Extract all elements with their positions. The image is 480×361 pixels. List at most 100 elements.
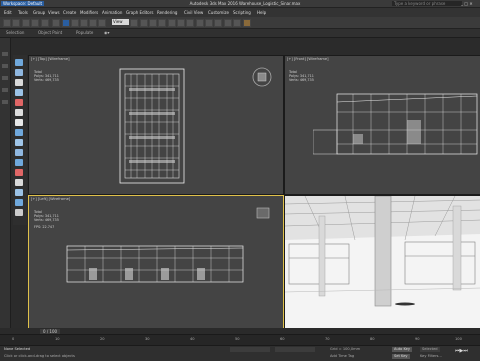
pivot-icon[interactable]	[130, 19, 138, 27]
render-teapot-icon[interactable]	[243, 19, 251, 27]
viewport-label-left[interactable]: [+] [Left] [Wireframe]	[31, 197, 70, 201]
move-icon[interactable]	[98, 19, 106, 27]
viewport-stats-left: Total Polys: 341,711 Verts: 469,735 FPS:…	[34, 210, 59, 229]
viewport-label-top[interactable]: [+] [Top] [Wireframe]	[31, 57, 70, 61]
selection-filter-icon[interactable]	[52, 19, 60, 27]
unlink-icon[interactable]	[31, 19, 39, 27]
plane-icon[interactable]	[15, 209, 23, 216]
align-icon[interactable]	[177, 19, 185, 27]
menu-tools[interactable]: Tools	[18, 10, 28, 15]
modify-panel-icon[interactable]	[15, 69, 23, 76]
geosphere-icon[interactable]	[15, 179, 23, 186]
tube-icon[interactable]	[15, 189, 23, 196]
stats-verts: Verts: 469,735	[34, 218, 59, 222]
warehouse-top-wireframe	[119, 68, 185, 184]
menu-rendering[interactable]: Rendering	[157, 10, 177, 15]
y-coordinate-field[interactable]	[275, 347, 315, 352]
rectangular-selection-icon[interactable]	[80, 19, 88, 27]
selection-status: None Selected	[4, 347, 31, 351]
torus-icon[interactable]	[15, 149, 23, 156]
rendered-frame-icon[interactable]	[233, 19, 241, 27]
menu-edit[interactable]: Edit	[4, 10, 12, 15]
menu-customize[interactable]: Customize	[208, 10, 229, 15]
viewcube-icon[interactable]	[251, 66, 273, 88]
cone-icon[interactable]	[15, 169, 23, 176]
redo-icon[interactable]	[12, 19, 20, 27]
workspace-dropdown[interactable]: Workspace: Default	[1, 1, 45, 6]
menu-help[interactable]: Help	[257, 10, 266, 15]
select-object-icon[interactable]	[62, 19, 70, 27]
layer-manager-icon[interactable]	[186, 19, 194, 27]
viewport-front[interactable]: [+] [Front] [Wireframe] Total Polys: 341…	[284, 55, 480, 195]
viewport-top[interactable]: [+] [Top] [Wireframe] Total Polys: 341,7…	[28, 55, 284, 195]
layer-explorer-icon[interactable]	[2, 76, 8, 80]
display-filter-icon[interactable]	[2, 64, 8, 68]
undo-icon[interactable]	[3, 19, 11, 27]
ribbon-tab-selection[interactable]: Selection	[6, 30, 24, 36]
tick-label: 50	[235, 337, 240, 341]
search-input[interactable]: Type a keyword or phrase	[392, 1, 462, 6]
menu-create[interactable]: Create	[63, 10, 76, 15]
schematic-view-icon[interactable]	[205, 19, 213, 27]
menu-civil-view[interactable]: Civil View	[184, 10, 203, 15]
material-editor-icon[interactable]	[214, 19, 222, 27]
ribbon-tab-populate[interactable]: Populate	[76, 30, 93, 36]
mirror-icon[interactable]	[168, 19, 176, 27]
percent-snap-icon[interactable]	[158, 19, 166, 27]
viewport-stats-front: Total Polys: 341,711 Verts: 469,735	[289, 70, 314, 82]
cylinder-icon[interactable]	[15, 139, 23, 146]
set-key-button[interactable]: Set Key	[392, 354, 410, 359]
snap-icon[interactable]	[140, 19, 148, 27]
menu-group[interactable]: Group	[33, 10, 45, 15]
ribbon-tab-object-paint[interactable]: Object Paint	[38, 30, 62, 36]
tick-label: 60	[280, 337, 285, 341]
track-bar[interactable]: 0 10 20 30 40 50 60 70 80 90 100	[0, 334, 480, 345]
sphere-icon[interactable]	[15, 129, 23, 136]
window-crossing-icon[interactable]	[89, 19, 97, 27]
viewport-label-front[interactable]: [+] [Front] [Wireframe]	[287, 57, 329, 61]
warehouse-perspective-render	[285, 196, 480, 328]
warehouse-left-wireframe	[66, 245, 244, 283]
teapot-icon[interactable]	[15, 159, 23, 166]
motion-panel-icon[interactable]	[15, 89, 23, 96]
stats-verts: Verts: 469,735	[34, 78, 59, 82]
create-panel-icon[interactable]	[15, 59, 23, 66]
playback-controls-icon[interactable]: ⏮▶⏭	[455, 349, 468, 354]
tick-label: 100	[455, 337, 462, 341]
pyramid-icon[interactable]	[15, 199, 23, 206]
display-panel-icon[interactable]	[15, 99, 23, 106]
menu-views[interactable]: Views	[48, 10, 60, 15]
left-toolbar	[0, 38, 11, 328]
angle-snap-icon[interactable]	[149, 19, 157, 27]
sort-icon[interactable]	[2, 100, 8, 104]
viewport-left[interactable]: [+] [Left] [Wireframe] Total Polys: 341,…	[28, 195, 284, 329]
ribbon-options-icon[interactable]: ◉▾	[104, 30, 110, 36]
box-icon[interactable]	[15, 119, 23, 126]
utilities-panel-icon[interactable]	[15, 109, 23, 116]
window-controls[interactable]: _ □ ✕	[461, 1, 473, 6]
hierarchy-filter-icon[interactable]	[2, 88, 8, 92]
tick-label: 90	[415, 337, 420, 341]
hierarchy-panel-icon[interactable]	[15, 79, 23, 86]
auto-key-button[interactable]: Auto Key	[392, 347, 413, 352]
link-icon[interactable]	[22, 19, 30, 27]
add-time-tag-button[interactable]: Add Time Tag	[330, 354, 354, 359]
scene-explorer-icon[interactable]	[2, 52, 8, 56]
tick-label: 40	[190, 337, 195, 341]
viewcube-icon[interactable]	[255, 206, 271, 220]
render-setup-icon[interactable]	[224, 19, 232, 27]
menu-scripting[interactable]: Scripting	[233, 10, 251, 15]
tick-label: 0	[12, 337, 15, 341]
viewport-perspective[interactable]	[284, 195, 480, 329]
select-by-name-icon[interactable]	[71, 19, 79, 27]
key-filters-button[interactable]: Key Filters...	[420, 354, 442, 359]
menu-bar: Edit Tools Group Views Create Modifiers …	[0, 8, 480, 17]
selected-dropdown[interactable]: Selected	[420, 347, 440, 352]
menu-graph-editors[interactable]: Graph Editors	[126, 10, 153, 15]
reference-coordinate-dropdown[interactable]: View	[112, 19, 129, 25]
curve-editor-icon[interactable]	[196, 19, 204, 27]
menu-animation[interactable]: Animation	[102, 10, 122, 15]
bind-space-warp-icon[interactable]	[41, 19, 49, 27]
menu-modifiers[interactable]: Modifiers	[80, 10, 98, 15]
x-coordinate-field[interactable]	[230, 347, 270, 352]
